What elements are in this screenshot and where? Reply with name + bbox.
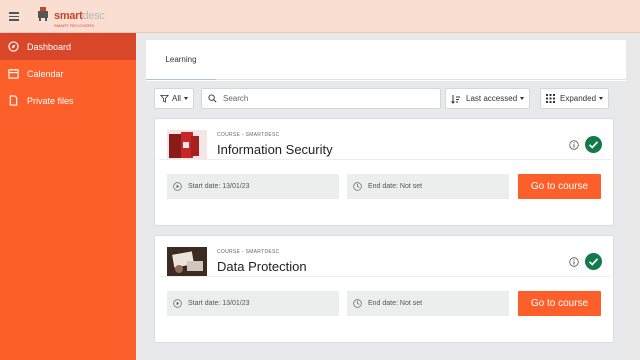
brand-tagline: SMART RECOVERS [54,23,95,28]
sort-icon [451,94,460,104]
logo-mark-icon [38,7,48,21]
start-date-text: Start date: 13/01/23 [188,183,250,190]
play-circle-icon [173,182,182,191]
sidebar-item-label: Calendar [27,68,64,79]
calendar-icon [7,68,19,80]
filter-label: All [172,94,181,103]
tab-bar: Learning [146,40,626,80]
sidebar-item-dashboard[interactable]: Dashboard [0,33,136,60]
sort-label: Last accessed [466,94,518,103]
menu-toggle-icon[interactable] [9,12,19,21]
start-date: Start date: 13/01/23 [167,291,339,316]
compass-icon [7,41,19,53]
info-icon[interactable] [569,140,579,150]
end-date-text: End date: Not set [368,300,423,307]
view-dropdown[interactable]: Expanded [540,88,610,109]
play-circle-icon [173,299,182,308]
sidebar-item-private-files[interactable]: Private files [0,87,136,114]
completed-check-icon [585,136,602,153]
course-title[interactable]: Information Security [217,142,333,157]
course-card: COURSE - SMARTDESC Data Protection Start… [154,235,614,343]
grid-icon [546,94,555,103]
search-icon [208,94,217,103]
sidebar-item-label: Dashboard [27,41,72,52]
search-input[interactable] [223,94,423,103]
course-thumbnail-icon[interactable] [167,130,207,160]
tab-learning[interactable]: Learning [146,40,216,80]
stop-icon [353,299,362,308]
course-title[interactable]: Data Protection [217,259,307,274]
sidebar-item-calendar[interactable]: Calendar [0,60,136,87]
sort-dropdown[interactable]: Last accessed [445,88,531,109]
chevron-down-icon [183,97,188,100]
start-date-text: Start date: 13/01/23 [188,300,250,307]
end-date: End date: Not set [347,291,509,316]
chevron-down-icon [599,97,604,100]
end-date: End date: Not set [347,174,509,199]
course-footer: Start date: 13/01/23 End date: Not set G… [159,276,611,340]
sidebar-item-label: Private files [27,95,74,106]
info-icon[interactable] [569,257,579,267]
search-box[interactable] [201,88,441,109]
view-label: Expanded [560,94,597,103]
course-category: COURSE - SMARTDESC [217,132,280,138]
chevron-down-icon [520,97,525,100]
top-bar: smartdesc SMART RECOVERS [0,0,640,33]
end-date-text: End date: Not set [368,183,423,190]
course-thumbnail-icon[interactable] [167,247,207,277]
file-icon [7,95,19,107]
go-to-course-button[interactable]: Go to course [518,174,601,199]
go-to-course-button[interactable]: Go to course [518,291,601,316]
filter-all-dropdown[interactable]: All [154,88,194,109]
course-card: COURSE - SMARTDESC Information Security … [154,118,614,226]
brand-name: smartdesc [54,10,105,22]
course-footer: Start date: 13/01/23 End date: Not set G… [159,159,611,223]
start-date: Start date: 13/01/23 [167,174,339,199]
filter-icon [160,94,169,103]
main-panel: Learning All Last accessed Expanded COUR… [146,40,626,360]
completed-check-icon [585,253,602,270]
course-category: COURSE - SMARTDESC [217,249,280,255]
sidebar: Dashboard Calendar Private files [0,33,136,360]
stop-icon [353,182,362,191]
